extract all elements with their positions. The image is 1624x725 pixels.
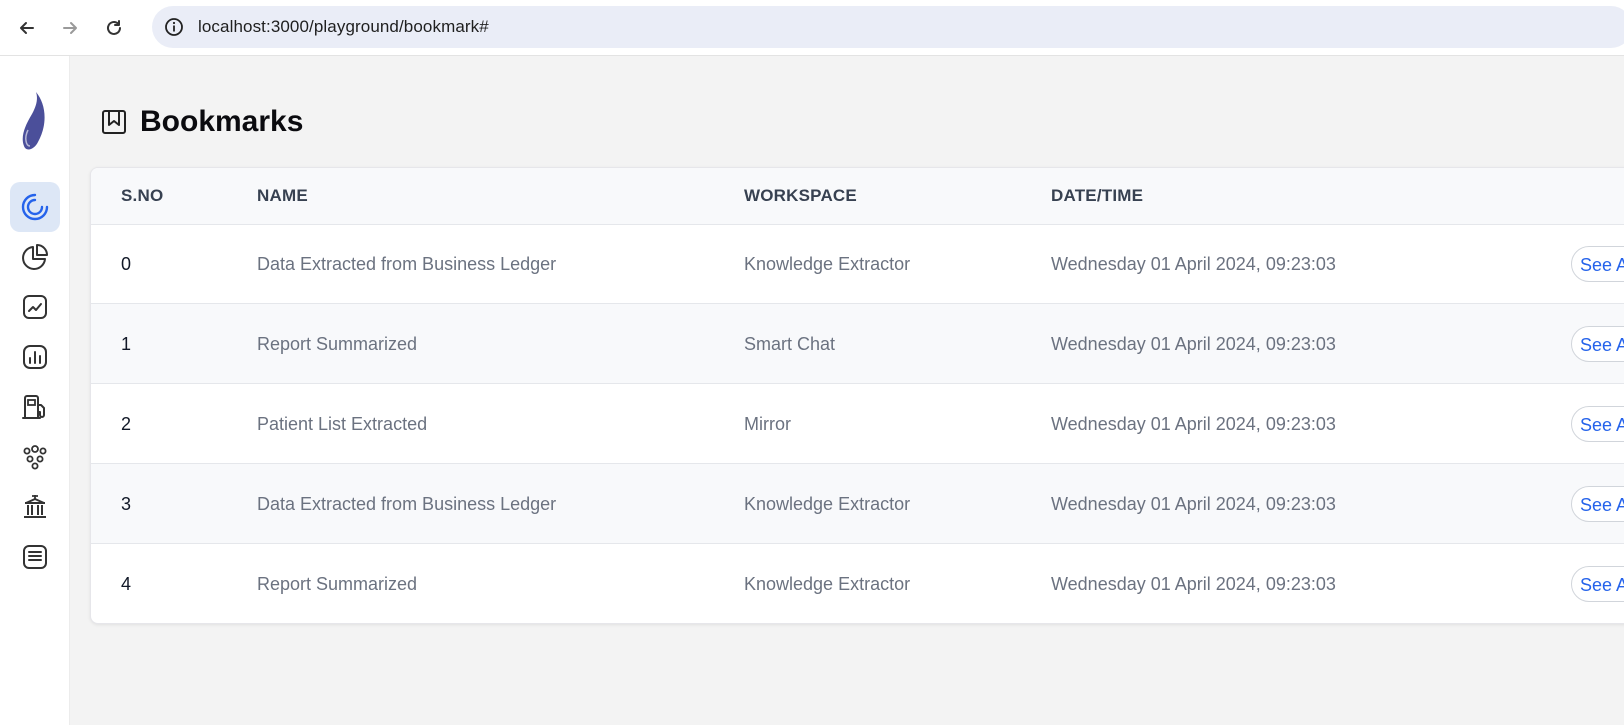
- column-header-workspace[interactable]: WORKSPACE: [744, 168, 857, 224]
- see-all-button[interactable]: See A: [1571, 566, 1624, 602]
- sidebar-item-reports[interactable]: [10, 332, 60, 382]
- bar-chart-icon: [23, 345, 47, 369]
- page-header: Bookmarks: [100, 100, 303, 144]
- sidebar-item-teams[interactable]: [10, 432, 60, 482]
- spinner-icon: [21, 193, 49, 221]
- brand-logo[interactable]: [16, 90, 52, 154]
- cell-datetime: Wednesday 01 April 2024, 09:23:03: [1051, 334, 1336, 354]
- table-row[interactable]: 1 Report Summarized Smart Chat Wednesday…: [91, 304, 1624, 384]
- see-all-button[interactable]: See A: [1571, 326, 1624, 362]
- cell-workspace: Knowledge Extractor: [744, 574, 911, 594]
- forward-arrow-icon: [63, 22, 77, 34]
- table-header: S.NO NAME WORKSPACE DATE/TIME: [91, 168, 1624, 225]
- cell-name: Report Summarized: [257, 334, 418, 354]
- back-button[interactable]: [9, 10, 45, 46]
- cell-datetime: Wednesday 01 April 2024, 09:23:03: [1051, 574, 1336, 594]
- browser-toolbar: localhost:3000/playground/bookmark#: [0, 0, 1624, 56]
- cell-sno: 3: [121, 494, 132, 514]
- reload-button[interactable]: [96, 10, 132, 46]
- forward-button[interactable]: [52, 10, 88, 46]
- cell-workspace: Mirror: [744, 414, 791, 434]
- cell-sno: 2: [121, 414, 132, 434]
- cell-workspace: Smart Chat: [744, 334, 836, 354]
- institution-icon: [24, 495, 46, 518]
- people-group-icon: [23, 445, 47, 470]
- sidebar-item-institution[interactable]: [10, 482, 60, 532]
- fuel-pump-icon: [22, 395, 45, 419]
- trend-chart-icon: [23, 295, 47, 319]
- cell-workspace: Knowledge Extractor: [744, 254, 911, 274]
- see-all-button[interactable]: See A: [1571, 246, 1624, 282]
- sidebar-item-analytics[interactable]: [10, 232, 60, 282]
- see-all-button[interactable]: See A: [1571, 406, 1624, 442]
- sidebar-item-trends[interactable]: [10, 282, 60, 332]
- cell-datetime: Wednesday 01 April 2024, 09:23:03: [1051, 414, 1336, 434]
- sidebar-item-dashboard[interactable]: [10, 182, 60, 232]
- bookmarks-table: S.NO NAME WORKSPACE DATE/TIME 0 Data Ext…: [90, 167, 1624, 624]
- cell-datetime: Wednesday 01 April 2024, 09:23:03: [1051, 494, 1336, 514]
- info-icon[interactable]: [164, 17, 184, 37]
- cell-name: Data Extracted from Business Ledger: [257, 254, 557, 274]
- address-bar[interactable]: localhost:3000/playground/bookmark#: [152, 6, 1624, 48]
- table-row[interactable]: 4 Report Summarized Knowledge Extractor …: [91, 544, 1624, 623]
- table-row[interactable]: 3 Data Extracted from Business Ledger Kn…: [91, 464, 1624, 544]
- sidebar-item-fuel[interactable]: [10, 382, 60, 432]
- sidebar: [0, 56, 70, 725]
- url-text[interactable]: localhost:3000/playground/bookmark#: [198, 17, 489, 37]
- table-row[interactable]: 0 Data Extracted from Business Ledger Kn…: [91, 224, 1624, 304]
- table-row[interactable]: 2 Patient List Extracted Mirror Wednesda…: [91, 384, 1624, 464]
- reload-icon: [107, 20, 121, 35]
- bookmark-icon: [100, 108, 128, 136]
- pie-chart-icon: [22, 244, 48, 270]
- back-arrow-icon: [20, 22, 34, 34]
- column-header-datetime[interactable]: DATE/TIME: [1051, 168, 1143, 224]
- cell-sno: 4: [121, 574, 132, 594]
- see-all-button[interactable]: See A: [1571, 486, 1624, 522]
- cell-name: Report Summarized: [257, 574, 418, 594]
- cell-datetime: Wednesday 01 April 2024, 09:23:03: [1051, 254, 1336, 274]
- cell-sno: 1: [121, 334, 132, 354]
- page-title: Bookmarks: [140, 105, 304, 138]
- column-header-sno[interactable]: S.NO: [121, 168, 163, 224]
- column-header-name[interactable]: NAME: [257, 168, 308, 224]
- cell-workspace: Knowledge Extractor: [744, 494, 911, 514]
- cell-name: Patient List Extracted: [257, 414, 428, 434]
- receipt-icon: [23, 545, 47, 569]
- cell-name: Data Extracted from Business Ledger: [257, 494, 557, 514]
- sidebar-item-records[interactable]: [10, 532, 60, 582]
- cell-sno: 0: [121, 254, 132, 274]
